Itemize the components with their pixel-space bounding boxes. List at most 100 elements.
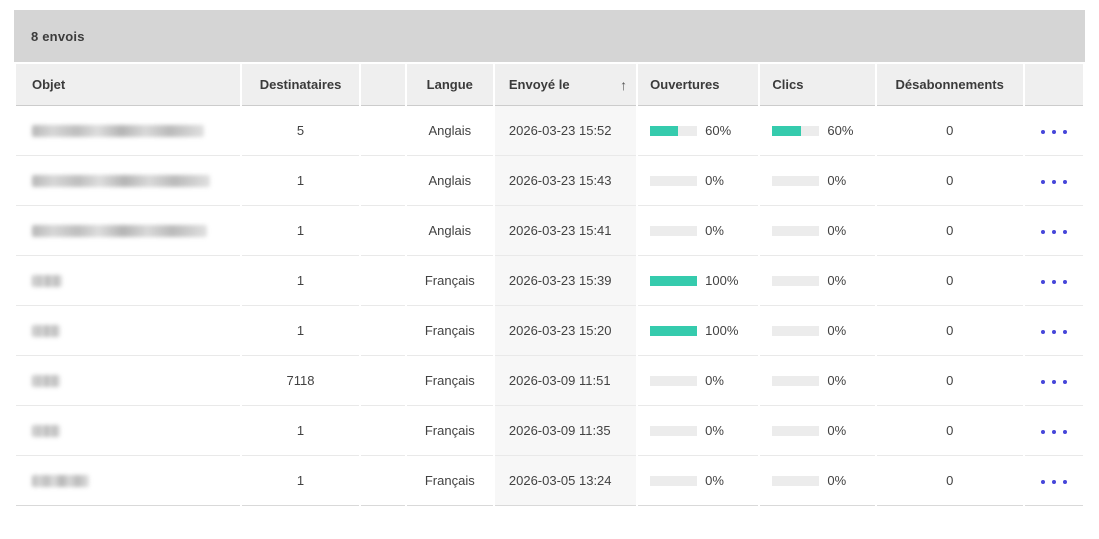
cell-spacer bbox=[361, 106, 405, 156]
cell-spacer bbox=[361, 456, 405, 506]
cell-spacer bbox=[361, 256, 405, 306]
ouvertures-progress-fill bbox=[650, 126, 678, 136]
cell-ouvertures: 0% bbox=[638, 456, 758, 506]
row-actions-menu-button[interactable] bbox=[1037, 324, 1071, 340]
row-actions-menu-button[interactable] bbox=[1037, 474, 1071, 490]
column-header-objet[interactable]: Objet bbox=[16, 64, 240, 106]
column-header-langue[interactable]: Langue bbox=[407, 64, 493, 106]
table-row: 7118 Français 2026-03-09 11:51 0% 0% 0 bbox=[16, 356, 1083, 406]
column-header-spacer bbox=[361, 64, 405, 106]
cell-objet[interactable] bbox=[16, 356, 240, 406]
ellipsis-icon bbox=[1063, 330, 1067, 334]
cell-actions bbox=[1025, 406, 1083, 456]
ouvertures-percent-label: 100% bbox=[705, 323, 738, 338]
table-body: 5 Anglais 2026-03-23 15:52 60% 60% 0 bbox=[16, 106, 1083, 506]
cell-actions bbox=[1025, 256, 1083, 306]
sort-ascending-icon[interactable]: ↑ bbox=[620, 78, 627, 92]
ellipsis-icon bbox=[1063, 130, 1067, 134]
row-actions-menu-button[interactable] bbox=[1037, 124, 1071, 140]
cell-desabonnements: 0 bbox=[877, 456, 1023, 506]
cell-clics: 0% bbox=[760, 206, 874, 256]
cell-desabonnements: 0 bbox=[877, 206, 1023, 256]
ellipsis-icon bbox=[1041, 180, 1045, 184]
cell-ouvertures: 0% bbox=[638, 206, 758, 256]
redacted-subject-text bbox=[32, 275, 62, 287]
clics-progress-bar bbox=[772, 326, 819, 336]
cell-ouvertures: 0% bbox=[638, 406, 758, 456]
clics-percent-label: 0% bbox=[827, 473, 846, 488]
ellipsis-icon bbox=[1063, 430, 1067, 434]
cell-objet[interactable] bbox=[16, 256, 240, 306]
redacted-subject-text bbox=[32, 225, 207, 237]
ellipsis-icon bbox=[1041, 480, 1045, 484]
ellipsis-icon bbox=[1052, 480, 1056, 484]
cell-destinataires: 1 bbox=[242, 156, 358, 206]
ellipsis-icon bbox=[1041, 380, 1045, 384]
clics-progress-fill bbox=[772, 126, 800, 136]
ellipsis-icon bbox=[1052, 130, 1056, 134]
redacted-subject-text bbox=[32, 425, 60, 437]
cell-objet[interactable] bbox=[16, 456, 240, 506]
cell-ouvertures: 100% bbox=[638, 256, 758, 306]
row-actions-menu-button[interactable] bbox=[1037, 374, 1071, 390]
ouvertures-percent-label: 0% bbox=[705, 423, 724, 438]
clics-progress-bar bbox=[772, 226, 819, 236]
cell-objet[interactable] bbox=[16, 306, 240, 356]
clics-progress-bar bbox=[772, 276, 819, 286]
cell-langue: Anglais bbox=[407, 156, 493, 206]
column-header-clics[interactable]: Clics bbox=[760, 64, 874, 106]
ouvertures-progress-fill bbox=[650, 326, 697, 336]
cell-destinataires: 1 bbox=[242, 406, 358, 456]
row-actions-menu-button[interactable] bbox=[1037, 424, 1071, 440]
cell-envoye-le: 2026-03-23 15:41 bbox=[495, 206, 636, 256]
row-actions-menu-button[interactable] bbox=[1037, 174, 1071, 190]
cell-desabonnements: 0 bbox=[877, 156, 1023, 206]
column-header-ouvertures[interactable]: Ouvertures bbox=[638, 64, 758, 106]
table-row: 5 Anglais 2026-03-23 15:52 60% 60% 0 bbox=[16, 106, 1083, 156]
cell-spacer bbox=[361, 356, 405, 406]
cell-spacer bbox=[361, 206, 405, 256]
cell-langue: Français bbox=[407, 456, 493, 506]
cell-objet[interactable] bbox=[16, 406, 240, 456]
ellipsis-icon bbox=[1041, 430, 1045, 434]
cell-ouvertures: 100% bbox=[638, 306, 758, 356]
cell-objet[interactable] bbox=[16, 156, 240, 206]
ellipsis-icon bbox=[1041, 130, 1045, 134]
cell-spacer bbox=[361, 406, 405, 456]
table-row: 1 Anglais 2026-03-23 15:41 0% 0% 0 bbox=[16, 206, 1083, 256]
redacted-subject-text bbox=[32, 475, 89, 487]
cell-objet[interactable] bbox=[16, 206, 240, 256]
table-row: 1 Anglais 2026-03-23 15:43 0% 0% 0 bbox=[16, 156, 1083, 206]
ellipsis-icon bbox=[1063, 480, 1067, 484]
cell-langue: Français bbox=[407, 306, 493, 356]
cell-actions bbox=[1025, 356, 1083, 406]
cell-envoye-le: 2026-03-05 13:24 bbox=[495, 456, 636, 506]
redacted-subject-text bbox=[32, 175, 210, 187]
cell-clics: 0% bbox=[760, 406, 874, 456]
cell-envoye-le: 2026-03-23 15:20 bbox=[495, 306, 636, 356]
column-header-destinataires[interactable]: Destinataires bbox=[242, 64, 358, 106]
ellipsis-icon bbox=[1063, 380, 1067, 384]
cell-clics: 0% bbox=[760, 456, 874, 506]
cell-clics: 0% bbox=[760, 156, 874, 206]
ellipsis-icon bbox=[1052, 380, 1056, 384]
column-header-desabonnements[interactable]: Désabonnements bbox=[877, 64, 1023, 106]
ouvertures-progress-bar bbox=[650, 376, 697, 386]
cell-desabonnements: 0 bbox=[877, 356, 1023, 406]
row-actions-menu-button[interactable] bbox=[1037, 224, 1071, 240]
cell-desabonnements: 0 bbox=[877, 106, 1023, 156]
ouvertures-progress-bar bbox=[650, 426, 697, 436]
row-actions-menu-button[interactable] bbox=[1037, 274, 1071, 290]
sendings-count-title: 8 envois bbox=[31, 29, 85, 44]
cell-objet[interactable] bbox=[16, 106, 240, 156]
cell-envoye-le: 2026-03-09 11:35 bbox=[495, 406, 636, 456]
column-header-envoye-le[interactable]: Envoyé le ↑ bbox=[495, 64, 636, 106]
clics-progress-bar bbox=[772, 476, 819, 486]
ouvertures-progress-bar bbox=[650, 326, 697, 336]
ouvertures-progress-bar bbox=[650, 476, 697, 486]
cell-langue: Anglais bbox=[407, 106, 493, 156]
ellipsis-icon bbox=[1052, 430, 1056, 434]
clics-progress-bar bbox=[772, 176, 819, 186]
ouvertures-progress-bar bbox=[650, 276, 697, 286]
campaigns-panel: 8 envois Objet Destinataires Langue Envo… bbox=[0, 0, 1099, 506]
